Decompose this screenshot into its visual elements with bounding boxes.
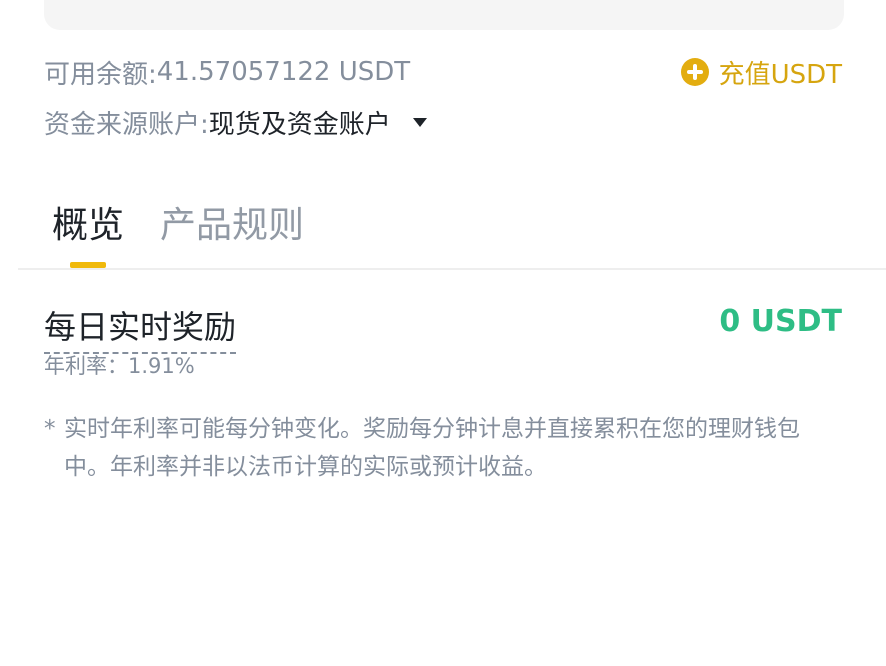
reward-note: * 实时年利率可能每分钟变化。奖励每分钟计息并直接累积在您的理财钱包中。年利率并… xyxy=(44,410,844,486)
funding-source-label: 资金来源账户: xyxy=(44,109,209,140)
tab-bar: 概览 产品规则 xyxy=(52,196,304,268)
plus-circle-icon xyxy=(680,58,709,86)
amount-input-field[interactable] xyxy=(44,0,844,30)
daily-reward-value: 0 USDT xyxy=(719,304,842,339)
available-balance-label: 可用余额: xyxy=(44,59,157,90)
tab-overview[interactable]: 概览 xyxy=(52,196,125,268)
deposit-button[interactable]: 充值USDT xyxy=(680,52,842,92)
available-balance: 可用余额: 41.57057122 USDT xyxy=(44,52,410,92)
daily-reward-title[interactable]: 每日实时奖励 xyxy=(44,302,237,354)
deposit-label: 充值USDT xyxy=(718,59,842,90)
funding-source: 资金来源账户: 现货及资金账户 xyxy=(44,102,427,142)
tab-product-rules[interactable]: 产品规则 xyxy=(160,196,304,256)
funding-source-value: 现货及资金账户 xyxy=(208,109,391,140)
tab-divider xyxy=(18,268,886,270)
note-text: 实时年利率可能每分钟变化。奖励每分钟计息并直接累积在您的理财钱包中。年利率并非以… xyxy=(64,416,800,480)
funding-source-selector[interactable]: 现货及资金账户 xyxy=(209,104,427,141)
note-marker: * xyxy=(44,416,56,442)
apr-rate: 年利率：1.91% xyxy=(44,354,195,378)
caret-down-icon xyxy=(412,117,427,127)
available-balance-value: 41.57057122 USDT xyxy=(156,57,411,87)
tab-product-rules-label: 产品规则 xyxy=(160,205,305,246)
tab-overview-label: 概览 xyxy=(52,205,125,246)
